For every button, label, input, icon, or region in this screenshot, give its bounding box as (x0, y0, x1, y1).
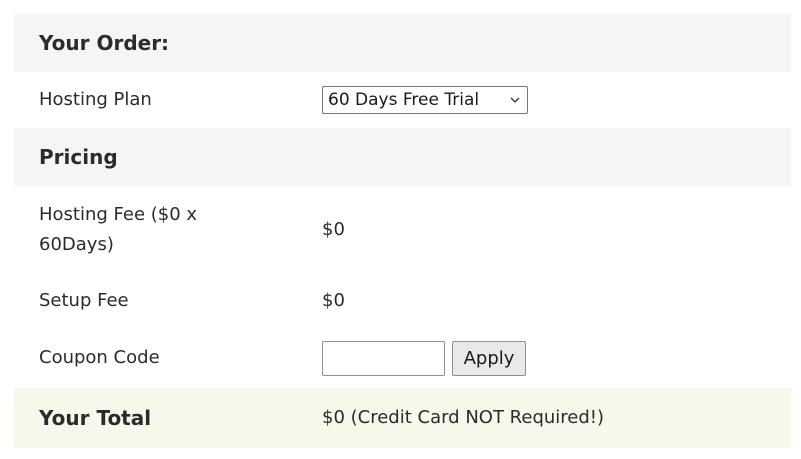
hosting-plan-selected-value: 60 Days Free Trial (328, 90, 480, 110)
hosting-fee-row: Hosting Fee ($0 x 60Days) $0 (14, 186, 791, 274)
apply-coupon-button[interactable]: Apply (452, 340, 526, 376)
coupon-row: Coupon Code Apply (14, 328, 791, 388)
coupon-code-input[interactable] (322, 340, 445, 376)
your-total-row: Your Total $0 (Credit Card NOT Required!… (14, 388, 791, 448)
setup-fee-value: $0 (322, 290, 345, 311)
hosting-fee-value: $0 (322, 219, 345, 240)
your-total-value: $0 (Credit Card NOT Required!) (322, 407, 605, 428)
your-order-header: Your Order: (14, 14, 791, 72)
your-total-label: Your Total (39, 406, 152, 430)
order-summary-table: Your Order: Hosting Plan 60 Days Free Tr… (14, 14, 791, 448)
your-order-title: Your Order: (39, 31, 170, 55)
coupon-controls: Apply (322, 340, 791, 376)
hosting-fee-label: Hosting Fee ($0 x 60Days) (39, 204, 198, 255)
chevron-down-icon (509, 94, 521, 106)
setup-fee-label: Setup Fee (39, 290, 129, 311)
coupon-code-label: Coupon Code (39, 347, 160, 368)
hosting-plan-row: Hosting Plan 60 Days Free Trial (14, 72, 791, 128)
hosting-plan-select[interactable]: 60 Days Free Trial (322, 86, 528, 114)
pricing-title: Pricing (39, 145, 118, 169)
pricing-header: Pricing (14, 128, 791, 186)
hosting-plan-label: Hosting Plan (39, 89, 152, 110)
setup-fee-row: Setup Fee $0 (14, 274, 791, 328)
